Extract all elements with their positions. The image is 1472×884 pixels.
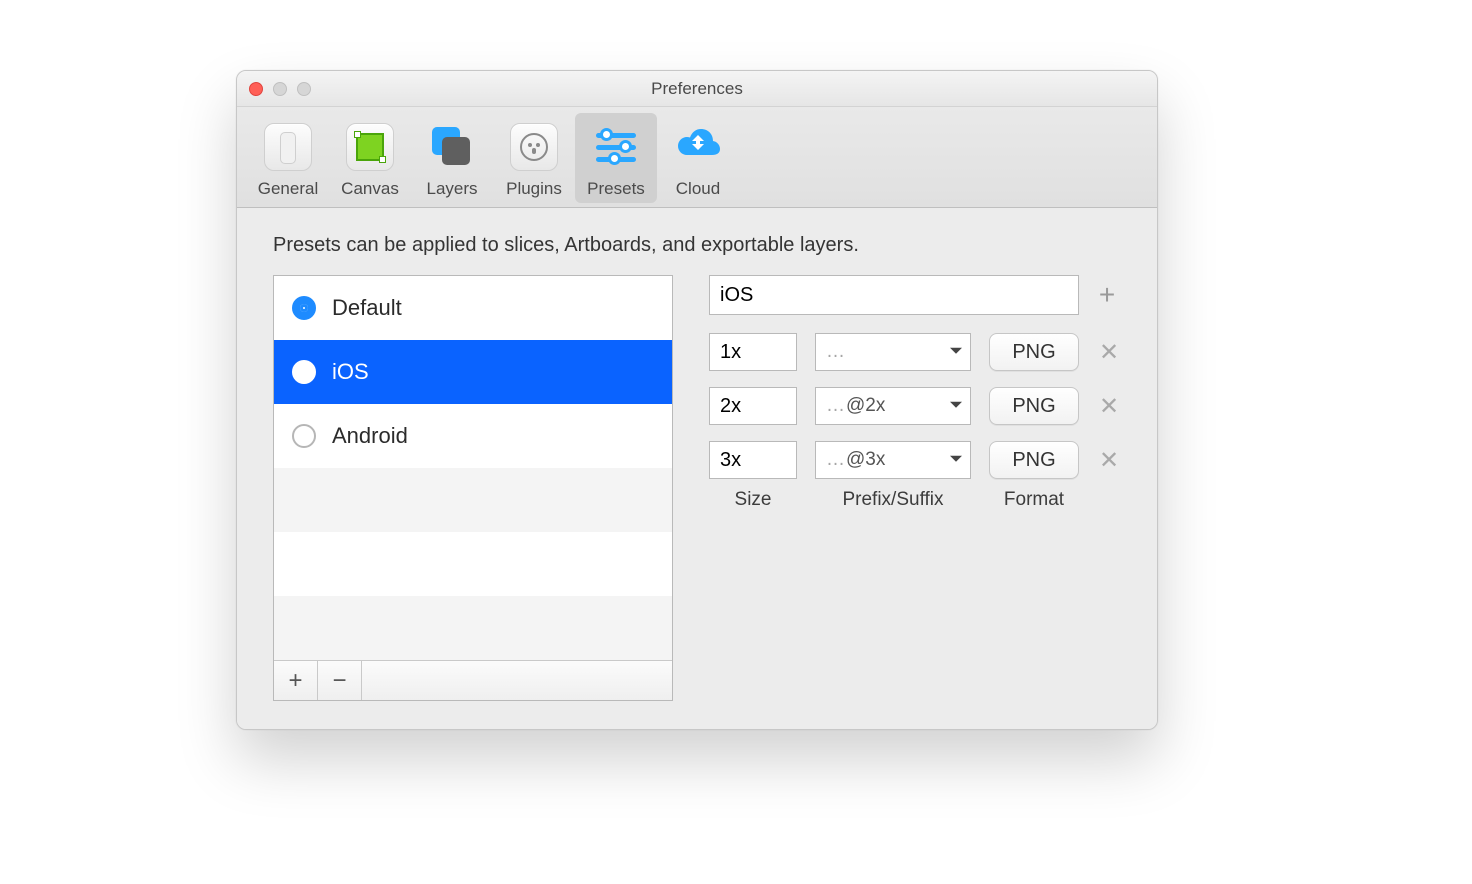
size-input[interactable]	[709, 387, 797, 425]
suffix-placeholder: …	[826, 395, 846, 417]
suffix-value: @2x	[846, 395, 885, 417]
preset-list-footer: + −	[274, 660, 672, 700]
export-row: … @2x PNG ✕	[709, 387, 1121, 425]
suffix-value: @3x	[846, 449, 885, 471]
remove-row-button[interactable]: ✕	[1097, 338, 1121, 367]
tab-cloud-label: Cloud	[676, 179, 720, 199]
preset-radio[interactable]	[292, 360, 316, 384]
tab-layers[interactable]: Layers	[411, 113, 493, 203]
preset-label: iOS	[332, 359, 369, 385]
tab-general-label: General	[258, 179, 318, 199]
format-button[interactable]: PNG	[989, 441, 1079, 479]
suffix-column-label: Prefix/Suffix	[815, 489, 971, 511]
tab-plugins[interactable]: Plugins	[493, 113, 575, 203]
preset-row	[274, 468, 672, 532]
preset-details: + … PNG ✕ … @2x PNG ✕ … @3x PNG ✕ Size Prefix/Su…	[709, 275, 1121, 701]
preset-row[interactable]: iOS	[274, 340, 672, 404]
general-icon	[260, 119, 316, 175]
tab-presets[interactable]: Presets	[575, 113, 657, 203]
presets-pane: Presets can be applied to slices, Artboa…	[237, 208, 1157, 729]
suffix-placeholder: …	[826, 449, 846, 471]
cloud-icon	[670, 119, 726, 175]
canvas-icon	[342, 119, 398, 175]
size-input[interactable]	[709, 441, 797, 479]
format-button[interactable]: PNG	[989, 333, 1079, 371]
preferences-toolbar: General Canvas Layers Plugins	[237, 107, 1157, 208]
window-title: Preferences	[651, 79, 743, 99]
titlebar: Preferences	[237, 71, 1157, 107]
tab-layers-label: Layers	[426, 179, 477, 199]
traffic-lights	[249, 71, 311, 106]
minimize-window-button[interactable]	[273, 82, 287, 96]
preset-list: Default iOS Android + −	[273, 275, 673, 701]
preset-row	[274, 532, 672, 596]
preset-row	[274, 596, 672, 660]
preset-label: Default	[332, 295, 402, 321]
tab-canvas[interactable]: Canvas	[329, 113, 411, 203]
presets-icon	[588, 119, 644, 175]
suffix-select[interactable]: … @3x	[815, 441, 971, 479]
remove-preset-button[interactable]: −	[318, 661, 362, 700]
export-row: … @3x PNG ✕	[709, 441, 1121, 479]
preferences-window: Preferences General Canvas Layers Plugin…	[236, 70, 1158, 730]
format-button[interactable]: PNG	[989, 387, 1079, 425]
zoom-window-button[interactable]	[297, 82, 311, 96]
tab-cloud[interactable]: Cloud	[657, 113, 739, 203]
add-preset-button[interactable]: +	[274, 661, 318, 700]
remove-row-button[interactable]: ✕	[1097, 446, 1121, 475]
tab-general[interactable]: General	[247, 113, 329, 203]
preset-name-input[interactable]	[709, 275, 1079, 315]
plugins-icon	[506, 119, 562, 175]
add-export-row-button[interactable]: +	[1093, 281, 1121, 309]
tab-canvas-label: Canvas	[341, 179, 399, 199]
layers-icon	[424, 119, 480, 175]
pane-description: Presets can be applied to slices, Artboa…	[273, 234, 1121, 257]
remove-row-button[interactable]: ✕	[1097, 392, 1121, 421]
column-labels: Size Prefix/Suffix Format	[709, 489, 1121, 511]
size-input[interactable]	[709, 333, 797, 371]
export-row: … PNG ✕	[709, 333, 1121, 371]
preset-radio[interactable]	[292, 296, 316, 320]
preset-label: Android	[332, 423, 408, 449]
tab-presets-label: Presets	[587, 179, 645, 199]
format-column-label: Format	[989, 489, 1079, 511]
tab-plugins-label: Plugins	[506, 179, 562, 199]
close-window-button[interactable]	[249, 82, 263, 96]
size-column-label: Size	[709, 489, 797, 511]
preset-radio[interactable]	[292, 424, 316, 448]
suffix-select[interactable]: … @2x	[815, 387, 971, 425]
suffix-select[interactable]: …	[815, 333, 971, 371]
preset-row[interactable]: Default	[274, 276, 672, 340]
preset-row[interactable]: Android	[274, 404, 672, 468]
suffix-placeholder: …	[826, 341, 846, 363]
